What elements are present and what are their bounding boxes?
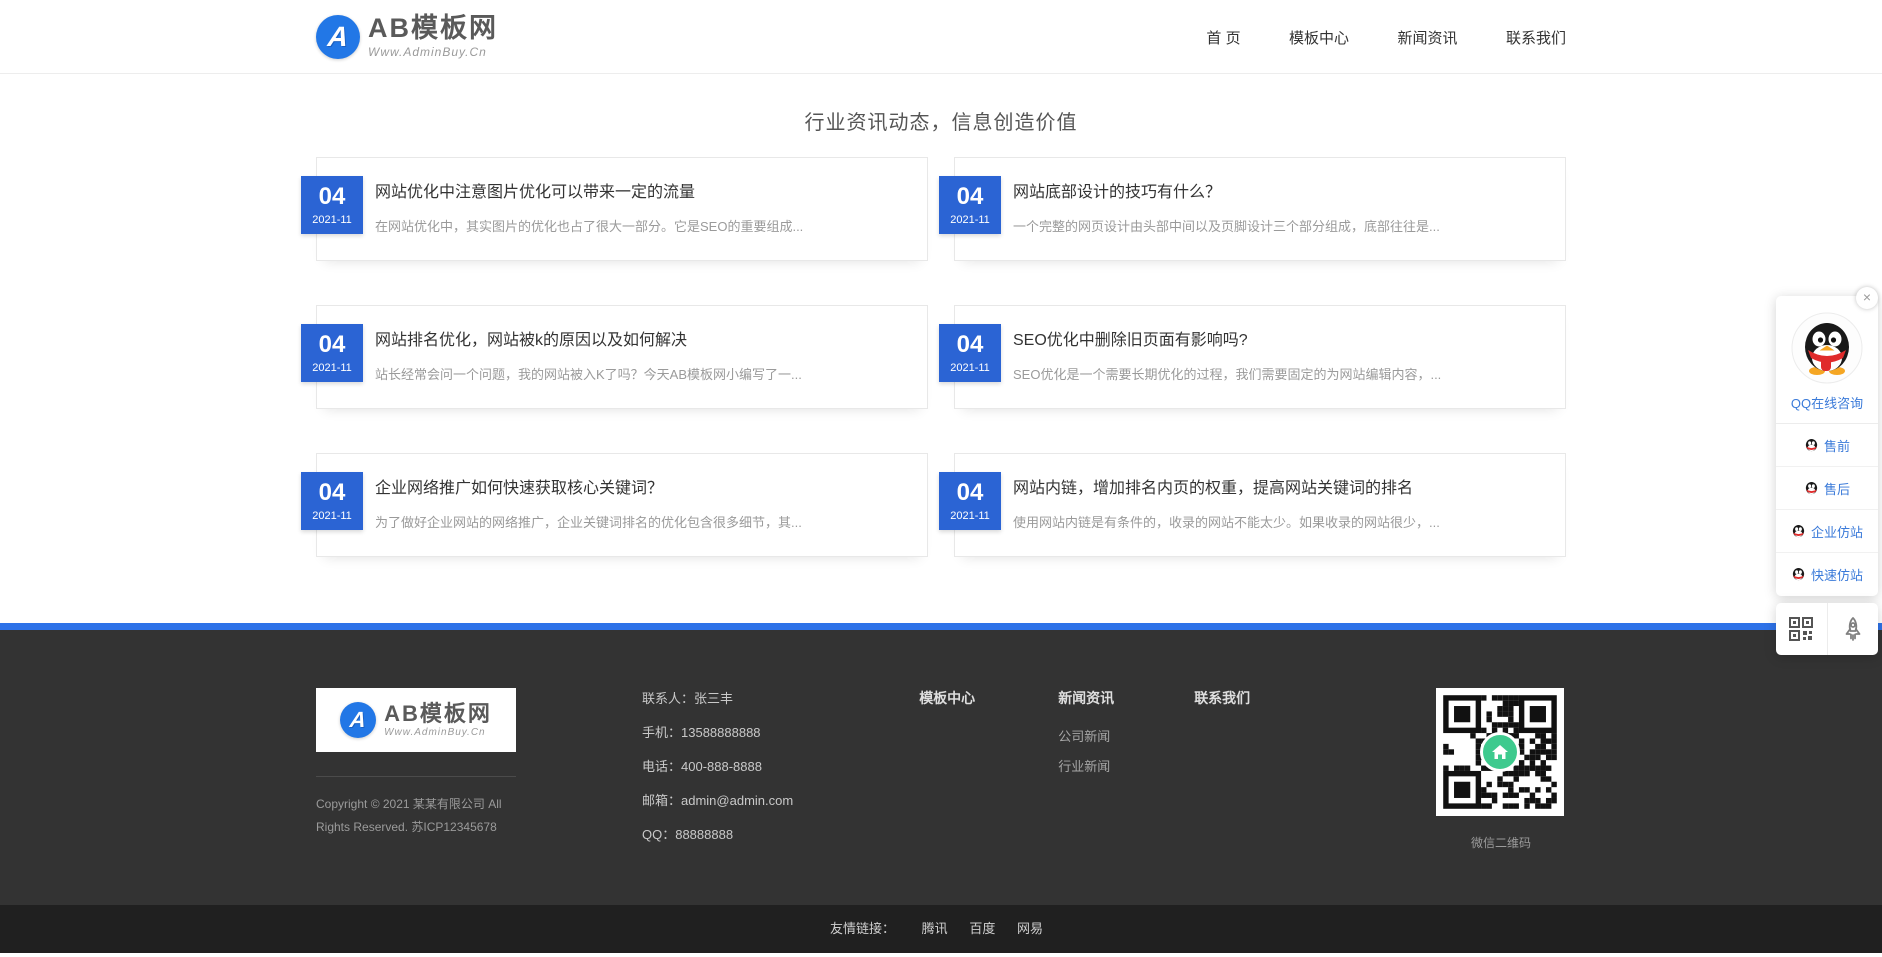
- contact-mobile: 手机：13588888888: [642, 722, 793, 741]
- news-excerpt: 一个完整的网页设计由头部中间以及页脚设计三个部分组成，底部往往是...: [1013, 216, 1535, 235]
- friend-link-baidu[interactable]: 百度: [969, 921, 995, 936]
- qq-widget: × QQ在线咨询: [1776, 296, 1878, 655]
- logo-letter: A: [326, 21, 350, 53]
- news-excerpt: 站长经常会问一个问题，我的网站被入K了吗？今天AB模板网小编写了一...: [375, 364, 897, 383]
- news-title[interactable]: 网站内链，增加排名内页的权重，提高网站关键词的排名: [1013, 454, 1535, 498]
- qq-mini-icon: [1804, 481, 1819, 496]
- qr-center-home-icon: [1480, 732, 1520, 772]
- date-month: 2021-11: [950, 214, 990, 226]
- footer-nav-news: 新闻资讯 公司新闻 行业新闻: [1058, 688, 1114, 786]
- date-month: 2021-11: [950, 362, 990, 374]
- rocket-back-to-top-icon[interactable]: [1828, 603, 1879, 655]
- qq-item-aftersale[interactable]: 售后: [1776, 467, 1878, 510]
- contact-person: 联系人：张三丰: [642, 688, 793, 707]
- footer: A AB模板网 Www.AdminBuy.Cn Copyright © 2021…: [0, 630, 1882, 905]
- footer-nav-title[interactable]: 模板中心: [919, 688, 975, 708]
- copyright: Copyright © 2021 某某有限公司 All Rights Reser…: [316, 793, 516, 839]
- qq-mini-icon: [1791, 567, 1806, 582]
- qq-widget-title: QQ在线咨询: [1776, 384, 1878, 424]
- news-excerpt: 使用网站内链是有条件的，收录的网站不能太少。如果收录的网站很少，...: [1013, 512, 1535, 531]
- footer-link-company-news[interactable]: 公司新闻: [1058, 726, 1114, 745]
- site-logo[interactable]: A AB模板网 Www.AdminBuy.Cn: [316, 15, 498, 59]
- friend-link-tencent[interactable]: 腾讯: [922, 921, 948, 936]
- date-day: 04: [957, 333, 984, 357]
- news-card[interactable]: 04 2021-11 网站排名优化，网站被k的原因以及如何解决 站长经常会问一个…: [316, 305, 928, 409]
- qq-penguin-icon: [1776, 312, 1878, 384]
- date-badge: 04 2021-11: [939, 324, 1001, 382]
- news-title[interactable]: 网站排名优化，网站被k的原因以及如何解决: [375, 306, 897, 350]
- news-card[interactable]: 04 2021-11 SEO优化中删除旧页面有影响吗? SEO优化是一个需要长期…: [954, 305, 1566, 409]
- qq-mini-icon: [1804, 438, 1819, 453]
- logo-icon: A: [316, 15, 360, 59]
- header: A AB模板网 Www.AdminBuy.Cn 首 页 模板中心 新闻资讯 联系…: [0, 0, 1882, 74]
- contact-email: 邮箱：admin@admin.com: [642, 790, 793, 809]
- news-card[interactable]: 04 2021-11 网站优化中注意图片优化可以带来一定的流量 在网站优化中，其…: [316, 157, 928, 261]
- qq-tools: [1776, 603, 1878, 655]
- site-url: Www.AdminBuy.Cn: [368, 45, 498, 59]
- close-icon[interactable]: ×: [1856, 287, 1878, 309]
- date-badge: 04 2021-11: [939, 176, 1001, 234]
- footer-divider: [316, 776, 516, 777]
- news-excerpt: 为了做好企业网站的网络推广，企业关键词排名的优化包含很多细节，其...: [375, 512, 897, 531]
- qq-item-presale[interactable]: 售前: [1776, 424, 1878, 467]
- friend-links-label: 友情链接：: [830, 921, 895, 936]
- news-card[interactable]: 04 2021-11 企业网络推广如何快速获取核心关键词？ 为了做好企业网站的网…: [316, 453, 928, 557]
- logo-icon: A: [340, 702, 376, 738]
- date-month: 2021-11: [312, 214, 352, 226]
- main-nav: 首 页 模板中心 新闻资讯 联系我们: [1162, 27, 1566, 48]
- page-title: 行业资讯动态，信息创造价值: [0, 106, 1882, 135]
- nav-item-templates[interactable]: 模板中心: [1289, 30, 1349, 47]
- date-month: 2021-11: [312, 362, 352, 374]
- date-day: 04: [957, 185, 984, 209]
- page: A AB模板网 Www.AdminBuy.Cn 首 页 模板中心 新闻资讯 联系…: [0, 0, 1882, 957]
- copyright-line2: Rights Reserved. 苏ICP12345678: [316, 820, 497, 834]
- qq-mini-icon: [1791, 524, 1806, 539]
- qr-code-icon[interactable]: [1776, 603, 1828, 655]
- news-title[interactable]: SEO优化中删除旧页面有影响吗?: [1013, 306, 1535, 350]
- date-day: 04: [319, 333, 346, 357]
- footer-nav-contact: 联系我们: [1194, 688, 1250, 726]
- date-badge: 04 2021-11: [301, 472, 363, 530]
- qq-item-enterprise-clone[interactable]: 企业仿站: [1776, 510, 1878, 553]
- footer-logo: A AB模板网 Www.AdminBuy.Cn: [316, 688, 516, 752]
- copyright-line1: Copyright © 2021 某某有限公司 All: [316, 797, 502, 811]
- qq-item-fast-clone[interactable]: 快速仿站: [1776, 553, 1878, 596]
- contact-phone: 电话：400-888-8888: [642, 756, 793, 775]
- news-excerpt: SEO优化是一个需要长期优化的过程，我们需要固定的为网站编辑内容，...: [1013, 364, 1535, 383]
- contact-qq: QQ：88888888: [642, 824, 793, 843]
- footer-qr-block: 微信二维码: [1436, 688, 1566, 851]
- news-grid: 04 2021-11 网站优化中注意图片优化可以带来一定的流量 在网站优化中，其…: [316, 157, 1566, 557]
- footer-accent-stripe: [0, 623, 1882, 630]
- news-card[interactable]: 04 2021-11 网站底部设计的技巧有什么？ 一个完整的网页设计由头部中间以…: [954, 157, 1566, 261]
- nav-item-contact[interactable]: 联系我们: [1506, 30, 1566, 47]
- news-title[interactable]: 网站底部设计的技巧有什么？: [1013, 158, 1535, 202]
- footer-nav-title[interactable]: 新闻资讯: [1058, 688, 1114, 708]
- nav-item-news[interactable]: 新闻资讯: [1398, 30, 1458, 47]
- footer-nav-title[interactable]: 联系我们: [1194, 688, 1250, 708]
- qr-caption: 微信二维码: [1436, 834, 1566, 851]
- date-month: 2021-11: [950, 510, 990, 522]
- date-badge: 04 2021-11: [939, 472, 1001, 530]
- date-day: 04: [957, 481, 984, 505]
- friend-links-bar: 友情链接： 腾讯 百度 网易: [0, 905, 1882, 953]
- footer-brand: A AB模板网 Www.AdminBuy.Cn Copyright © 2021…: [316, 688, 516, 839]
- wechat-qr-code: [1436, 688, 1564, 816]
- main-content: 行业资讯动态，信息创造价值 04 2021-11 网站优化中注意图片优化可以带来…: [0, 106, 1882, 557]
- news-title[interactable]: 企业网络推广如何快速获取核心关键词？: [375, 454, 897, 498]
- date-day: 04: [319, 185, 346, 209]
- qq-panel: QQ在线咨询 售前 售后 企业仿站 快速仿站: [1776, 296, 1878, 596]
- date-day: 04: [319, 481, 346, 505]
- footer-contact: 联系人：张三丰 手机：13588888888 电话：400-888-8888 邮…: [642, 688, 793, 858]
- footer-link-industry-news[interactable]: 行业新闻: [1058, 756, 1114, 775]
- news-card[interactable]: 04 2021-11 网站内链，增加排名内页的权重，提高网站关键词的排名 使用网…: [954, 453, 1566, 557]
- news-excerpt: 在网站优化中，其实图片的优化也占了很大一部分。它是SEO的重要组成...: [375, 216, 897, 235]
- friend-link-netease[interactable]: 网易: [1017, 921, 1043, 936]
- footer-nav-templates: 模板中心: [919, 688, 975, 726]
- site-name: AB模板网: [368, 15, 498, 42]
- news-title[interactable]: 网站优化中注意图片优化可以带来一定的流量: [375, 158, 897, 202]
- date-badge: 04 2021-11: [301, 324, 363, 382]
- date-badge: 04 2021-11: [301, 176, 363, 234]
- nav-item-home[interactable]: 首 页: [1206, 30, 1240, 47]
- date-month: 2021-11: [312, 510, 352, 522]
